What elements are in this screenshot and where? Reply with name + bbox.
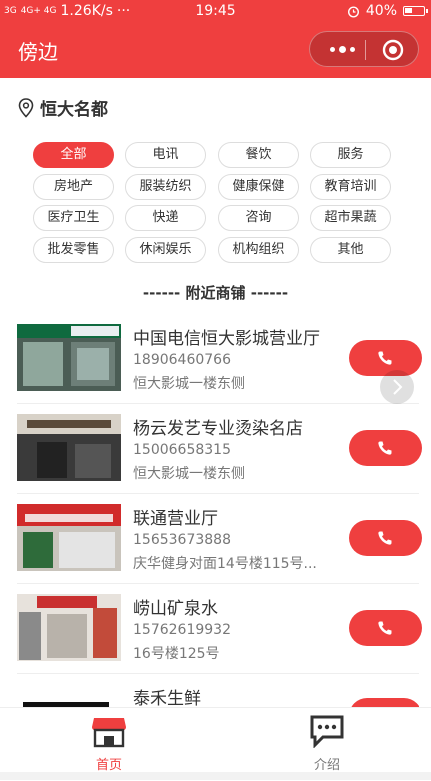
shop-address: 16号楼125号: [133, 646, 220, 662]
category-service[interactable]: 服务: [310, 142, 391, 168]
battery-level: 40%: [365, 3, 397, 19]
shop-address: 恒大影城一楼东侧: [133, 466, 245, 482]
shop-name: 杨云发艺专业烫染名店: [133, 419, 303, 439]
call-button[interactable]: [349, 520, 422, 556]
category-courier[interactable]: 快递: [125, 205, 206, 231]
shop-name: 中国电信恒大影城营业厅: [133, 329, 320, 349]
category-organization[interactable]: 机构组织: [218, 237, 299, 263]
category-medical[interactable]: 医疗卫生: [33, 205, 114, 231]
list-divider: [17, 583, 419, 584]
list-divider: [17, 673, 419, 674]
shop-name: 泰禾生鲜: [133, 689, 201, 707]
shop-thumbnail: [17, 594, 121, 661]
call-button[interactable]: [349, 698, 419, 707]
list-divider: [17, 403, 419, 404]
shop-name: 崂山矿泉水: [133, 599, 218, 619]
category-other[interactable]: 其他: [310, 237, 391, 263]
shop-list-item[interactable]: 崂山矿泉水 15762619932 16号楼125号: [17, 594, 422, 683]
phone-icon: [378, 531, 392, 545]
shop-address: 恒大影城一楼东侧: [133, 376, 245, 392]
close-miniprogram-icon[interactable]: [382, 39, 404, 61]
shop-phone: 15762619932: [133, 622, 231, 638]
location-name: 恒大名都: [40, 100, 108, 120]
call-button[interactable]: [349, 430, 422, 466]
tab-home[interactable]: 首页: [69, 714, 149, 773]
section-title-nearby: ------ 附近商铺 ------: [142, 284, 289, 302]
tab-intro-label: 介绍: [313, 758, 340, 773]
category-food[interactable]: 餐饮: [218, 142, 299, 168]
category-health[interactable]: 健康保健: [218, 174, 299, 200]
category-telecom[interactable]: 电讯: [125, 142, 206, 168]
chevron-right-icon: [393, 379, 403, 395]
location-selector[interactable]: 恒大名都: [18, 95, 108, 120]
page-title: 傍边: [18, 40, 58, 64]
status-right: 40%: [347, 0, 428, 22]
category-leisure[interactable]: 休闲娱乐: [125, 237, 206, 263]
phone-icon: [378, 621, 392, 635]
status-bar: 3G 4G+ 4G 1.26K/s ··· 19:45 40%: [0, 0, 431, 22]
tab-home-label: 首页: [95, 758, 122, 773]
shop-thumbnail: [17, 504, 121, 571]
phone-icon: [378, 351, 392, 365]
shop-thumbnail: [17, 414, 121, 481]
bottom-tab-bar: 首页 介绍: [0, 707, 431, 781]
shop-thumbnail: [17, 324, 121, 391]
category-real-estate[interactable]: 房地产: [33, 174, 114, 200]
navigation-bar: 傍边: [0, 22, 431, 78]
category-all[interactable]: 全部: [33, 142, 114, 168]
shop-list-item[interactable]: 中国电信恒大影城营业厅 18906460766 恒大影城一楼东侧: [17, 324, 422, 413]
more-menu-button[interactable]: [326, 40, 360, 60]
system-gesture-bar: [0, 772, 431, 780]
alarm-icon: [347, 5, 359, 18]
shop-phone: 15006658315: [133, 442, 231, 458]
shop-list-item[interactable]: 杨云发艺专业烫染名店 15006658315 恒大影城一楼东侧: [17, 414, 422, 503]
capsule-divider: [365, 40, 366, 60]
next-page-button[interactable]: [380, 370, 414, 404]
shop-phone: 18906460766: [133, 352, 231, 368]
chat-bubble-icon: [310, 715, 344, 749]
category-wholesale[interactable]: 批发零售: [33, 237, 114, 263]
shop-list-item[interactable]: 联通营业厅 15653673888 庆华健身对面14号楼115号...: [17, 504, 422, 593]
list-divider: [17, 493, 419, 494]
location-pin-icon: [18, 97, 34, 118]
category-apparel[interactable]: 服装纺织: [125, 174, 206, 200]
shop-list-item[interactable]: 泰禾生鲜: [17, 684, 419, 707]
category-education[interactable]: 教育培训: [310, 174, 391, 200]
phone-icon: [378, 441, 392, 455]
store-icon: [92, 718, 126, 748]
battery-icon: [403, 6, 428, 16]
miniprogram-capsule: [309, 31, 419, 67]
call-button[interactable]: [349, 610, 422, 646]
shop-address: 庆华健身对面14号楼115号...: [133, 556, 317, 572]
shop-thumbnail: [17, 684, 121, 707]
category-supermarket[interactable]: 超市果蔬: [310, 205, 391, 231]
shop-name: 联通营业厅: [133, 509, 218, 529]
category-consulting[interactable]: 咨询: [218, 205, 299, 231]
tab-intro[interactable]: 介绍: [287, 714, 367, 773]
shop-phone: 15653673888: [133, 532, 231, 548]
